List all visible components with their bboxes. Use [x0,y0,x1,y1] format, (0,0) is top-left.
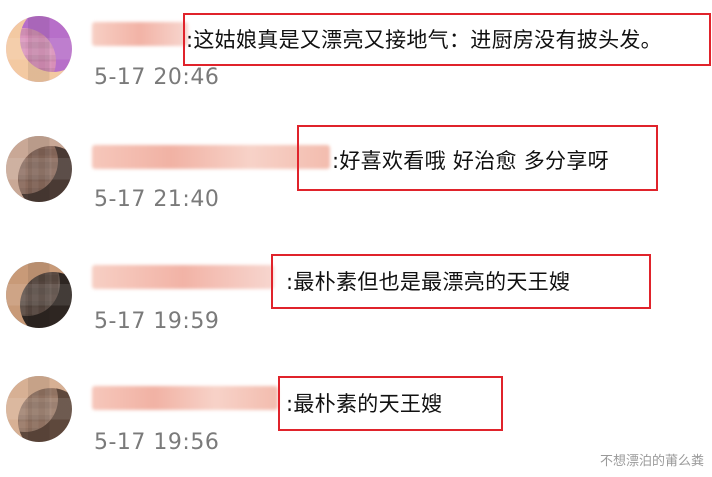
comment-text: :好喜欢看哦 好治愈 多分享呀 [332,149,609,173]
avatar[interactable] [6,376,72,442]
watermark: 不想漂泊的莆么粪 [599,454,704,469]
username-blurred[interactable] [92,265,274,289]
username-blurred[interactable] [92,145,330,169]
comment-text: :最朴素但也是最漂亮的天王嫂 [286,270,571,294]
avatar[interactable] [6,262,72,328]
comment-timestamp: 5-17 19:59 [94,309,220,334]
comment-timestamp: 5-17 21:40 [94,187,220,212]
username-blurred[interactable] [92,386,278,410]
comment-item: :最朴素的天王嫂 5-17 19:56 [0,0,712,455]
avatar[interactable] [6,136,72,202]
comment-text: :最朴素的天王嫂 [286,392,443,416]
comment-timestamp: 5-17 19:56 [94,430,220,455]
